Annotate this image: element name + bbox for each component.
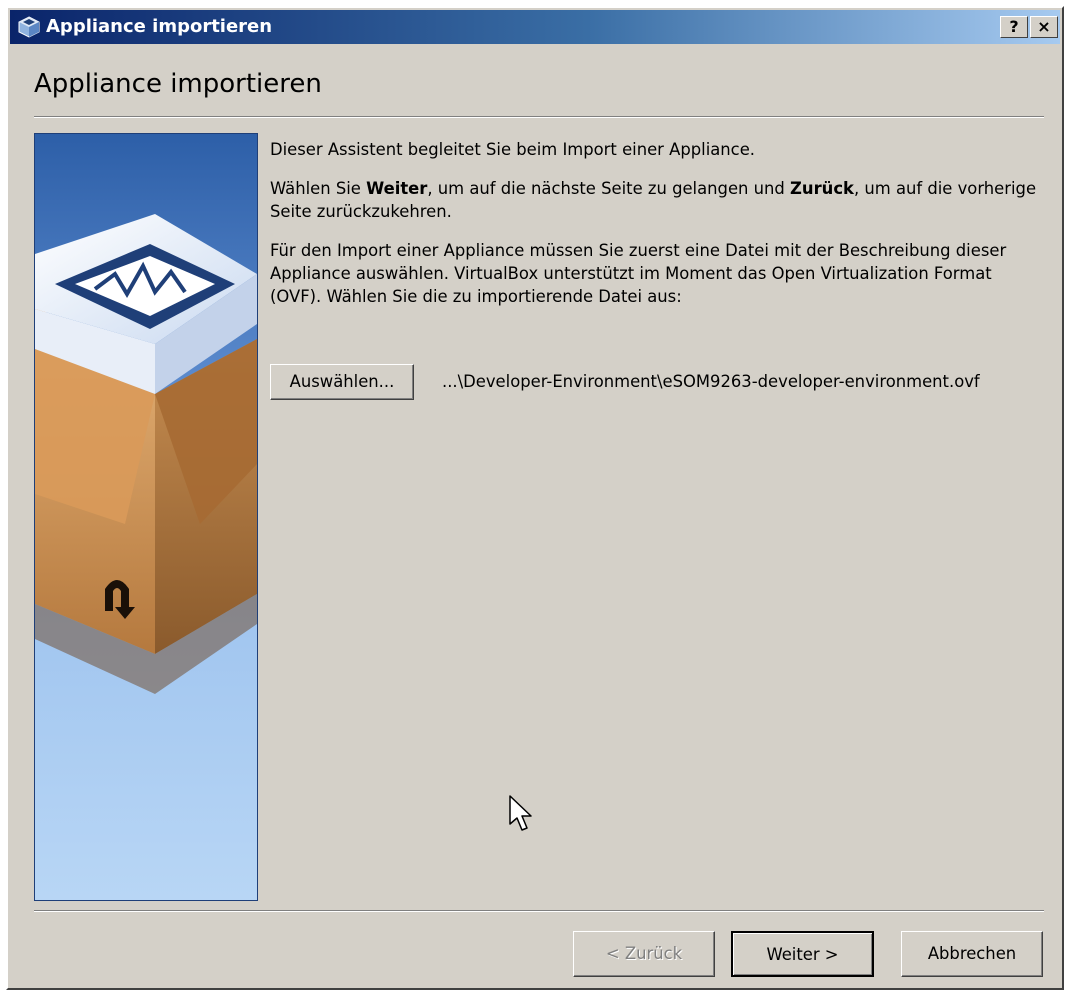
nav-hint-weiter: Weiter: [366, 179, 428, 198]
nav-hint-part1: Wählen Sie: [270, 179, 367, 198]
virtualbox-icon: [18, 16, 40, 38]
intro-text: Dieser Assistent begleitet Sie beim Impo…: [270, 140, 755, 159]
next-button[interactable]: Weiter >: [731, 931, 874, 977]
footer-separator: [34, 910, 1044, 912]
import-appliance-dialog: Appliance importieren ? × Appliance impo…: [6, 6, 1064, 990]
close-button[interactable]: ×: [1030, 16, 1058, 38]
window-title: Appliance importieren: [46, 16, 273, 37]
header-separator: [34, 116, 1044, 118]
import-description: Für den Import einer Appliance müssen Si…: [270, 241, 1007, 306]
selected-file-path: ...\Developer-Environment\eSOM9263-devel…: [442, 372, 980, 391]
title-bar[interactable]: Appliance importieren ? ×: [10, 10, 1060, 44]
navigation-hint: Wählen Sie Weiter, um auf die nächste Se…: [270, 177, 1048, 223]
content-area: Dieser Assistent begleitet Sie beim Impo…: [270, 138, 1048, 324]
page-heading: Appliance importieren: [34, 69, 322, 99]
nav-hint-zurueck: Zurück: [790, 179, 854, 198]
back-button[interactable]: < Zurück: [573, 931, 715, 977]
file-selection-row: Auswählen... ...\Developer-Environment\e…: [270, 364, 1060, 400]
cancel-button[interactable]: Abbrechen: [901, 931, 1043, 977]
nav-hint-part2: , um auf die nächste Seite zu gelangen u…: [427, 179, 791, 198]
choose-file-button[interactable]: Auswählen...: [270, 364, 414, 400]
mouse-cursor-icon: [509, 795, 532, 831]
virtualbox-appliance-box-icon: [34, 133, 258, 901]
help-button[interactable]: ?: [1000, 16, 1028, 38]
